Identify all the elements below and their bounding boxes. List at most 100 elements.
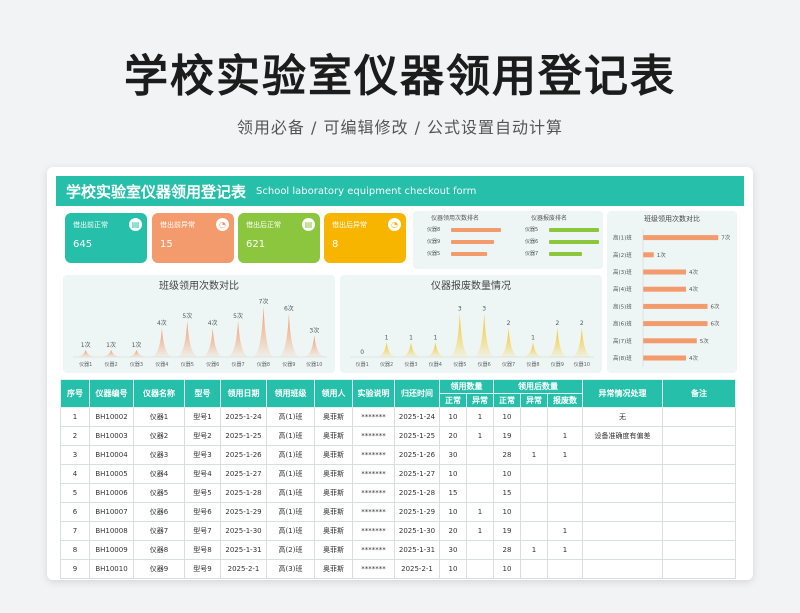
peak-mark[interactable]: [473, 313, 496, 358]
table-cell[interactable]: *******: [352, 502, 395, 522]
peak-mark[interactable]: [522, 342, 544, 358]
table-cell[interactable]: 2025-1-29: [394, 502, 440, 522]
table-cell[interactable]: [582, 559, 663, 579]
table-cell[interactable]: 型号6: [184, 502, 221, 522]
table-cell[interactable]: [662, 559, 736, 579]
table-cell[interactable]: [466, 464, 494, 484]
table-cell[interactable]: [547, 483, 583, 503]
table-cell[interactable]: [520, 502, 548, 522]
table-cell[interactable]: 2025-1-27: [394, 464, 440, 484]
table-cell[interactable]: [466, 540, 494, 560]
table-cell[interactable]: 1: [520, 540, 548, 560]
table-cell[interactable]: 仪器4: [133, 464, 185, 484]
table-cell[interactable]: 20: [439, 521, 467, 541]
table-cell[interactable]: 高(1)班: [266, 445, 315, 465]
header-cell[interactable]: 领用人: [314, 379, 353, 408]
table-cell[interactable]: 1: [466, 521, 494, 541]
table-cell[interactable]: [662, 464, 736, 484]
table-cell[interactable]: 7: [60, 521, 90, 541]
table-cell[interactable]: *******: [352, 445, 395, 465]
bar-mark[interactable]: [643, 303, 708, 309]
table-cell[interactable]: [520, 464, 548, 484]
kpi-card-before-normal[interactable]: 借出前正常 645 ▤: [65, 213, 147, 263]
table-cell[interactable]: BH10009: [89, 540, 134, 560]
table-cell[interactable]: *******: [352, 483, 395, 503]
table-cell[interactable]: 19: [493, 521, 521, 541]
table-cell[interactable]: 型号3: [184, 445, 221, 465]
peak-mark[interactable]: [252, 306, 275, 357]
header-cell[interactable]: 领用数量: [439, 379, 494, 394]
table-cell[interactable]: 28: [493, 445, 521, 465]
subheader-cell[interactable]: 正常: [493, 393, 521, 408]
header-cell[interactable]: 仪器名称: [133, 379, 185, 408]
subheader-cell[interactable]: 异常: [520, 393, 548, 408]
peak-mark[interactable]: [448, 313, 471, 358]
bar-mark[interactable]: [643, 338, 697, 344]
peak-mark[interactable]: [570, 328, 593, 357]
table-cell[interactable]: BH10005: [89, 464, 134, 484]
header-cell[interactable]: 型号: [184, 379, 221, 408]
table-cell[interactable]: 仪器6: [133, 502, 185, 522]
header-cell[interactable]: 领用日期: [220, 379, 267, 408]
table-cell[interactable]: 10: [493, 464, 521, 484]
table-cell[interactable]: 2025-1-25: [220, 426, 267, 446]
table-cell[interactable]: 型号1: [184, 407, 221, 427]
table-cell[interactable]: 10: [493, 559, 521, 579]
table-cell[interactable]: 设备准确度有偏差: [582, 426, 663, 446]
table-cell[interactable]: 仪器8: [133, 540, 185, 560]
table-cell[interactable]: 型号4: [184, 464, 221, 484]
table-cell[interactable]: 2025-1-26: [220, 445, 267, 465]
table-cell[interactable]: [520, 407, 548, 427]
subheader-cell[interactable]: 异常: [466, 393, 494, 408]
table-cell[interactable]: *******: [352, 559, 395, 579]
table-cell[interactable]: [582, 464, 663, 484]
table-cell[interactable]: 高(1)班: [266, 483, 315, 503]
table-cell[interactable]: 2025-1-28: [394, 483, 440, 503]
header-cell[interactable]: 仪器编号: [89, 379, 134, 408]
table-cell[interactable]: 1: [60, 407, 90, 427]
table-cell[interactable]: 仪器5: [133, 483, 185, 503]
table-cell[interactable]: 9: [60, 559, 90, 579]
peak-mark[interactable]: [302, 335, 326, 357]
table-cell[interactable]: 6: [60, 502, 90, 522]
table-cell[interactable]: 仪器7: [133, 521, 185, 541]
table-cell[interactable]: [466, 483, 494, 503]
bar-mark[interactable]: [643, 252, 654, 258]
table-cell[interactable]: 2025-1-24: [220, 407, 267, 427]
table-cell[interactable]: 1: [547, 426, 583, 446]
peak-mark[interactable]: [375, 342, 398, 358]
table-cell[interactable]: 奥菲斯: [314, 407, 353, 427]
kpi-card-after-normal[interactable]: 借出后正常 621 ▤: [238, 213, 320, 263]
table-cell[interactable]: 奥菲斯: [314, 464, 353, 484]
header-cell[interactable]: 异常情况处理: [582, 379, 663, 408]
table-cell[interactable]: 奥菲斯: [314, 559, 353, 579]
table-cell[interactable]: 仪器1: [133, 407, 185, 427]
table-cell[interactable]: 2025-1-30: [220, 521, 267, 541]
table-cell[interactable]: 型号5: [184, 483, 221, 503]
table-cell[interactable]: BH10007: [89, 502, 134, 522]
kpi-card-after-abnormal[interactable]: 借出后异常 8 ◔: [324, 213, 406, 263]
table-cell[interactable]: BH10002: [89, 407, 134, 427]
table-cell[interactable]: 1: [466, 407, 494, 427]
table-cell[interactable]: 10: [439, 559, 467, 579]
table-cell[interactable]: [582, 521, 663, 541]
header-cell[interactable]: 序号: [60, 379, 90, 408]
table-cell[interactable]: *******: [352, 407, 395, 427]
table-cell[interactable]: 2025-1-30: [394, 521, 440, 541]
table-cell[interactable]: *******: [352, 521, 395, 541]
table-cell[interactable]: 2025-1-28: [220, 483, 267, 503]
peak-mark[interactable]: [400, 342, 422, 358]
table-cell[interactable]: [662, 540, 736, 560]
table-cell[interactable]: 2: [60, 426, 90, 446]
kpi-card-before-abnormal[interactable]: 借出前异常 15 ◔: [152, 213, 234, 263]
table-cell[interactable]: 30: [439, 540, 467, 560]
table-cell[interactable]: 高(1)班: [266, 502, 315, 522]
table-cell[interactable]: 4: [60, 464, 90, 484]
table-cell[interactable]: 高(1)班: [266, 407, 315, 427]
table-cell[interactable]: 奥菲斯: [314, 483, 353, 503]
table-cell[interactable]: [582, 540, 663, 560]
table-cell[interactable]: 10: [493, 502, 521, 522]
table-cell[interactable]: [582, 483, 663, 503]
table-cell[interactable]: [662, 502, 736, 522]
table-cell[interactable]: 型号8: [184, 540, 221, 560]
